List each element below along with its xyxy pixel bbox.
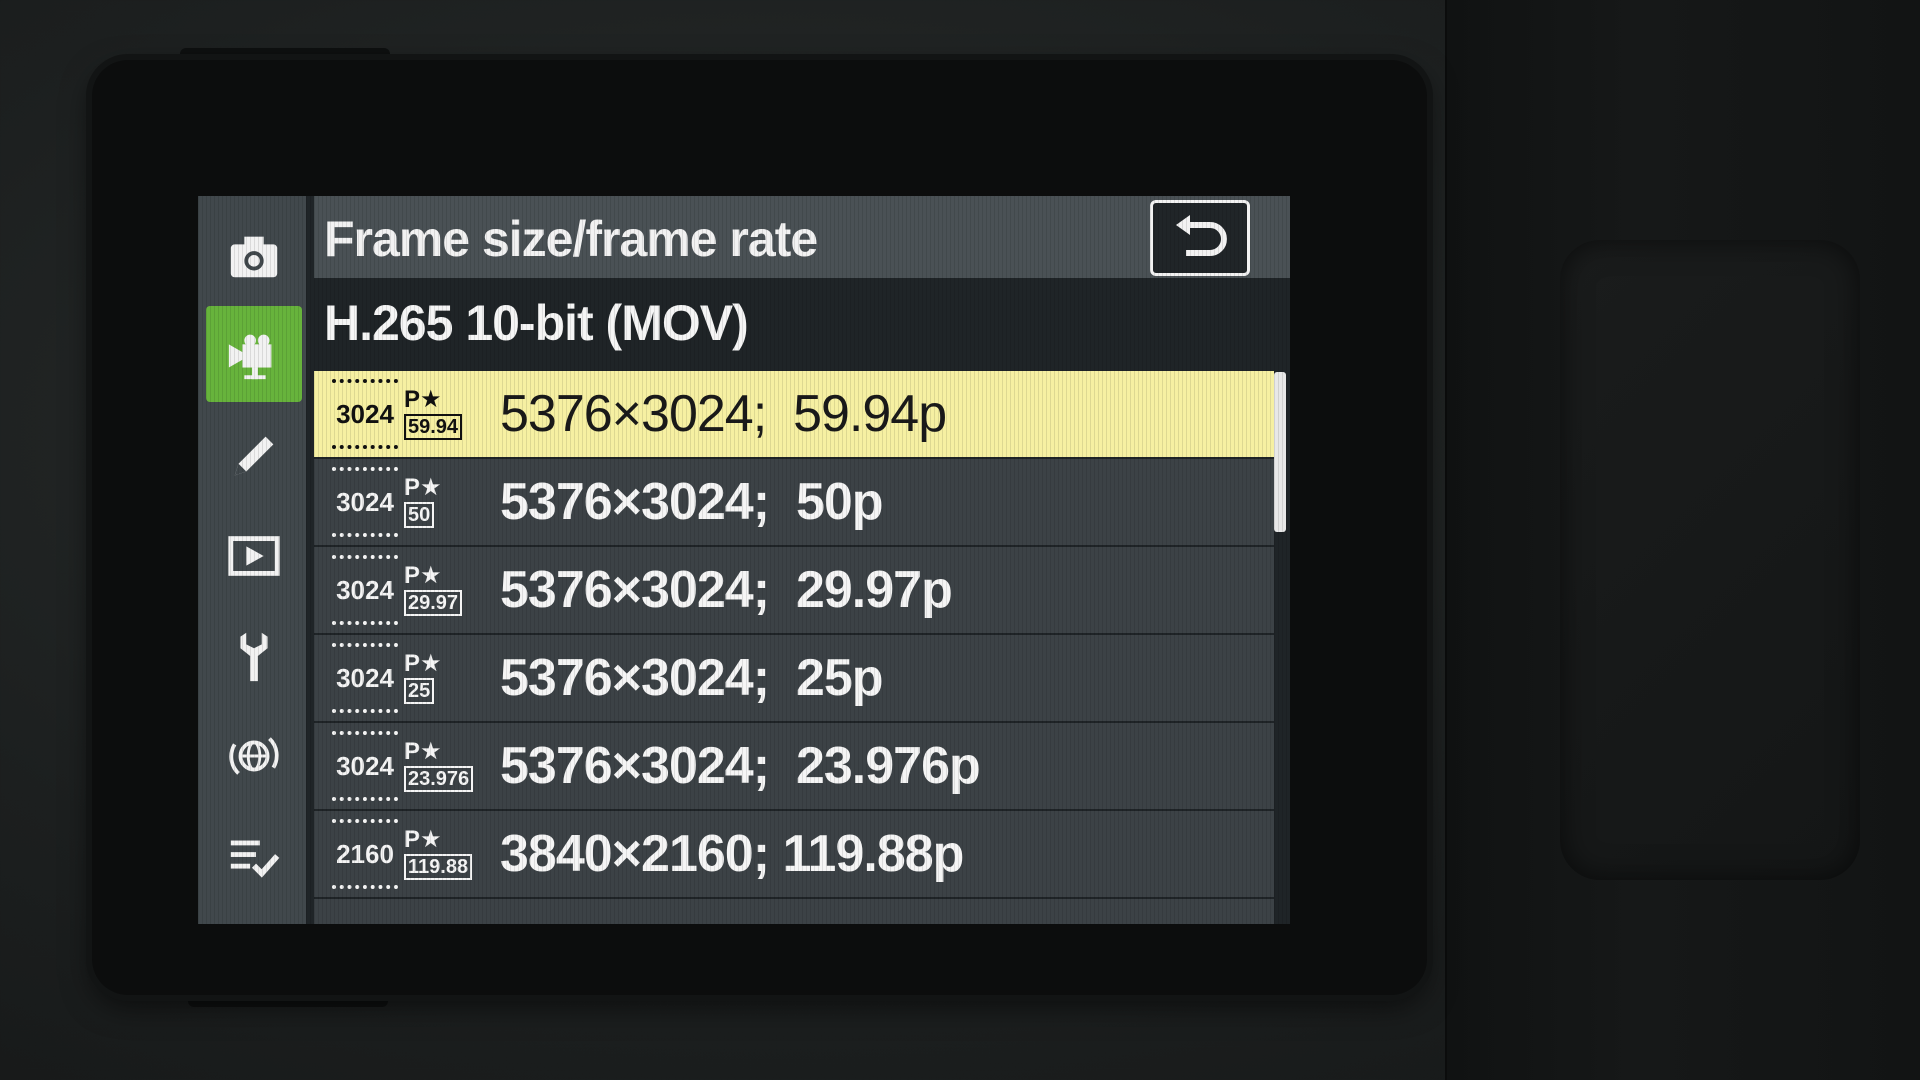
menu-rail xyxy=(198,196,306,924)
title-bar: Frame size/frame rate xyxy=(314,196,1290,278)
tab-network[interactable] xyxy=(206,708,302,804)
video-mode-icon: 3024 P★ 23.976 xyxy=(332,731,490,801)
rate-icon: 25 xyxy=(404,678,435,704)
camera-icon xyxy=(230,236,278,278)
list-item[interactable]: 3024 P★ 23.976 5376×3024; 23.976p xyxy=(314,723,1274,809)
tab-custom-settings[interactable] xyxy=(206,408,302,504)
list-item[interactable]: 3024 P★ 25 5376×3024; 25p xyxy=(314,635,1274,721)
rate-icon: 59.94 xyxy=(404,414,463,440)
page-title: Frame size/frame rate xyxy=(324,211,818,267)
list-item-label: 5376×3024; 59.94p xyxy=(500,385,947,443)
video-mode-icon: 2160 P★ 119.88 xyxy=(332,819,490,889)
video-mode-icon: 3024 P★ 59.94 xyxy=(332,379,490,449)
playback-icon xyxy=(228,536,280,576)
video-mode-icon: 3024 P★ 50 xyxy=(332,467,490,537)
rate-icon: 119.88 xyxy=(404,854,473,880)
tab-my-menu[interactable] xyxy=(206,808,302,904)
tab-photo-shooting[interactable] xyxy=(206,208,302,304)
tab-playback[interactable] xyxy=(206,508,302,604)
movie-camera-icon xyxy=(228,334,272,380)
pencil-icon xyxy=(234,436,274,476)
video-mode-icon: 3024 P★ 25 xyxy=(332,643,490,713)
rate-icon: 50 xyxy=(404,502,435,528)
resolution-icon: 3024 xyxy=(332,379,398,449)
list-item-label: 5376×3024; 23.976p xyxy=(500,737,981,795)
tab-setup[interactable] xyxy=(206,608,302,704)
list-item[interactable]: 3024 P★ 29.97 5376×3024; 29.97p xyxy=(314,547,1274,633)
camera-grip xyxy=(1560,240,1860,880)
list-item-label: 5376×3024; 29.97p xyxy=(500,561,953,619)
resolution-icon: 3024 xyxy=(332,467,398,537)
rate-icon: 29.97 xyxy=(404,590,463,616)
network-icon xyxy=(229,737,279,775)
rate-icon: 23.976 xyxy=(404,766,474,792)
list-item[interactable]: 2160 P★ 119.88 3840×2160; 119.88p xyxy=(314,811,1274,897)
resolution-icon: 2160 xyxy=(332,819,398,889)
wrench-icon xyxy=(240,632,268,682)
lcd-screen: Frame size/frame rate H.265 10-bit (MOV)… xyxy=(198,196,1290,924)
resolution-icon: 3024 xyxy=(332,731,398,801)
scrollbar[interactable] xyxy=(1274,372,1286,532)
resolution-icon: 3024 xyxy=(332,643,398,713)
frame-rate-list: 3024 P★ 59.94 5376×3024; 59.94p 3024 P★ 50… xyxy=(314,371,1274,924)
video-mode-icon: 3024 P★ 29.97 xyxy=(332,555,490,625)
list-item-label: 3840×2160; 119.88p xyxy=(500,825,964,883)
back-button[interactable] xyxy=(1150,200,1250,276)
list-item-partial[interactable] xyxy=(314,899,1274,924)
back-arrow-icon xyxy=(1176,215,1227,256)
list-item[interactable]: 3024 P★ 50 5376×3024; 50p xyxy=(314,459,1274,545)
list-item[interactable]: 3024 P★ 59.94 5376×3024; 59.94p xyxy=(314,371,1274,457)
my-menu-icon xyxy=(230,840,280,878)
resolution-icon: 3024 xyxy=(332,555,398,625)
tab-video-recording[interactable] xyxy=(206,306,302,402)
codec-subtitle: H.265 10-bit (MOV) xyxy=(324,295,749,351)
list-item-label: 5376×3024; 25p xyxy=(500,649,884,707)
list-item-label: 5376×3024; 50p xyxy=(500,473,884,531)
